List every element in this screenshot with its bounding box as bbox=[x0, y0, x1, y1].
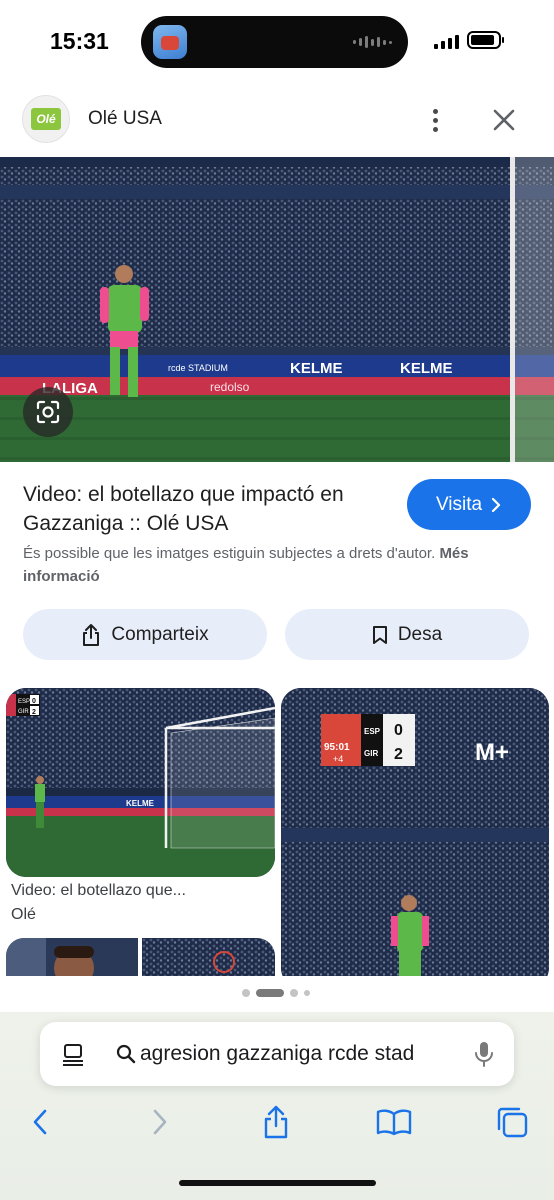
page-dot bbox=[304, 990, 310, 996]
site-name[interactable]: Olé USA bbox=[88, 108, 162, 130]
microphone-icon[interactable] bbox=[473, 1040, 495, 1068]
address-bar[interactable]: agresion gazzaniga rcde stad bbox=[40, 1022, 514, 1086]
related-1-caption[interactable]: Video: el botellazo que... bbox=[11, 882, 186, 900]
related-thumbnail-1[interactable]: KELME ESP GIR 0 2 bbox=[6, 688, 275, 877]
related-1-source: Olé bbox=[11, 906, 36, 923]
share-sheet-button[interactable] bbox=[256, 1102, 296, 1142]
search-icon bbox=[116, 1044, 136, 1064]
tabs-icon bbox=[497, 1107, 528, 1138]
related-2-home-score: 0 bbox=[394, 722, 403, 739]
copyright-notice: És possible que les imatges estiguin sub… bbox=[23, 542, 535, 588]
live-activity-app-icon bbox=[153, 25, 187, 59]
book-icon bbox=[376, 1109, 412, 1136]
share-icon bbox=[264, 1105, 288, 1139]
related-2-home-team: ESP bbox=[364, 727, 381, 736]
share-label: Comparteix bbox=[111, 623, 209, 645]
share-button[interactable]: Comparteix bbox=[23, 609, 267, 660]
related-1-banner: KELME bbox=[126, 799, 155, 808]
copyright-text: És possible que les imatges estiguin sub… bbox=[23, 545, 436, 562]
tabs-button[interactable] bbox=[492, 1102, 532, 1142]
site-logo: Olé bbox=[22, 95, 70, 143]
share-icon bbox=[83, 623, 100, 646]
related-results: KELME ESP GIR 0 2 Video: el botellazo qu… bbox=[0, 686, 554, 976]
bookmarks-button[interactable] bbox=[374, 1102, 414, 1142]
related-2-added: +4 bbox=[333, 754, 343, 764]
save-button[interactable]: Desa bbox=[285, 609, 529, 660]
close-icon bbox=[493, 109, 515, 131]
related-2-away-team: GIR bbox=[364, 749, 378, 758]
pagination-dots bbox=[242, 989, 310, 997]
bookmark-icon bbox=[372, 625, 387, 644]
broadcaster-logo: M+ bbox=[475, 739, 509, 766]
page-dot bbox=[242, 989, 250, 997]
dynamic-island[interactable] bbox=[141, 16, 408, 68]
related-thumbnail-2[interactable]: 95:01 +4 ESP GIR 0 2 M+ bbox=[281, 688, 549, 976]
chevron-left-icon bbox=[33, 1109, 47, 1135]
visit-button[interactable]: Visita bbox=[407, 479, 531, 530]
battery-icon bbox=[467, 31, 504, 49]
chevron-right-icon bbox=[491, 497, 501, 512]
status-bar: 15:31 bbox=[0, 0, 554, 84]
hero-image[interactable]: KELME KELME rcde STADIUM redolso LALIGA bbox=[0, 157, 554, 462]
back-button[interactable] bbox=[20, 1102, 60, 1142]
related-2-away-score: 2 bbox=[394, 746, 403, 763]
site-logo-text: Olé bbox=[31, 108, 61, 130]
status-time: 15:31 bbox=[50, 28, 109, 54]
result-title[interactable]: Video: el botellazo que impactó en Gazza… bbox=[23, 480, 383, 538]
home-indicator[interactable] bbox=[179, 1180, 376, 1186]
search-query-text: agresion gazzaniga rcde stad bbox=[140, 1042, 415, 1065]
cellular-signal-icon bbox=[434, 33, 459, 49]
lens-camera-icon bbox=[36, 400, 60, 424]
related-thumbnail-4[interactable] bbox=[142, 938, 275, 976]
save-label: Desa bbox=[397, 623, 443, 645]
more-vert-icon bbox=[432, 108, 438, 114]
related-1-home-score: 0 bbox=[32, 698, 36, 705]
page-dot bbox=[290, 989, 298, 997]
related-1-home-team: ESP bbox=[18, 699, 30, 705]
google-lens-button[interactable] bbox=[23, 387, 73, 437]
reader-mode-icon[interactable] bbox=[62, 1042, 84, 1066]
related-1-away-team: GIR bbox=[18, 709, 29, 715]
related-1-away-score: 2 bbox=[32, 709, 36, 716]
search-query-field[interactable]: agresion gazzaniga rcde stad bbox=[116, 1042, 452, 1066]
hero-banner-1: KELME bbox=[290, 360, 343, 377]
chevron-right-icon bbox=[153, 1109, 167, 1135]
forward-button[interactable] bbox=[140, 1102, 180, 1142]
close-button[interactable] bbox=[488, 104, 520, 136]
audio-wave-icon bbox=[353, 36, 392, 48]
visit-button-label: Visita bbox=[435, 493, 483, 515]
page-dot-active bbox=[256, 989, 284, 997]
hero-banner-4: redolso bbox=[210, 380, 250, 394]
hero-banner-2: KELME bbox=[400, 360, 453, 377]
result-header: Olé Olé USA bbox=[0, 92, 554, 148]
related-2-clock: 95:01 bbox=[324, 742, 350, 753]
more-options-button[interactable] bbox=[421, 104, 449, 136]
hero-banner-3: rcde STADIUM bbox=[168, 363, 228, 373]
related-thumbnail-3[interactable] bbox=[6, 938, 138, 976]
